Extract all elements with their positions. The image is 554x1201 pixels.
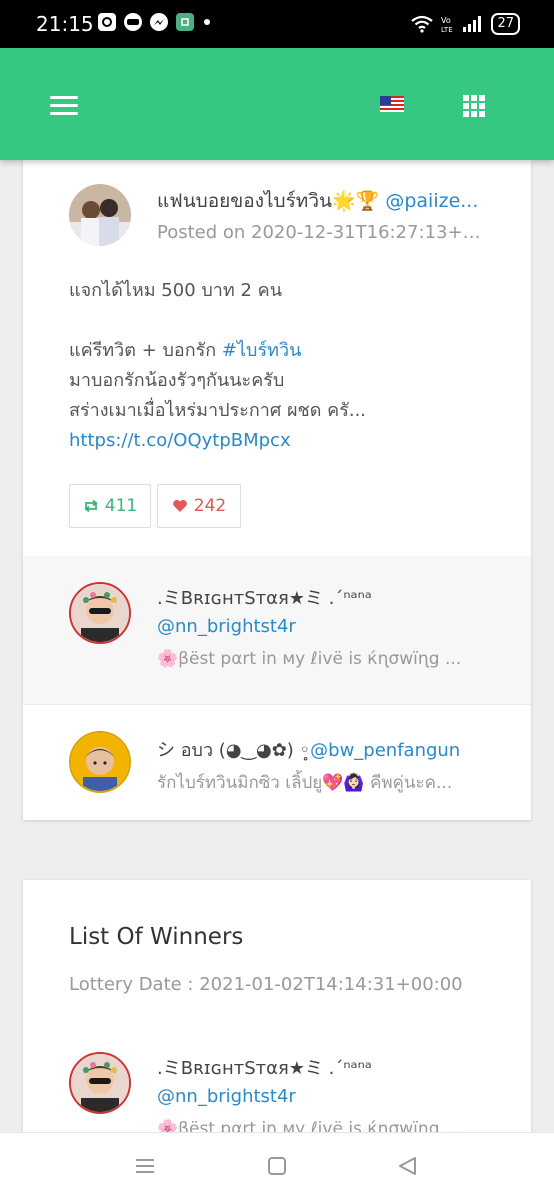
app-icon: [176, 13, 194, 31]
participant-name: .ミBʀɪɢʜᴛSᴛαя★ミ .´ⁿᵃⁿᵃ: [157, 588, 372, 609]
line-icon: [124, 13, 142, 31]
system-nav-bar: [0, 1132, 554, 1201]
post-author: แฟนบอยของไบร์ทวิน🌟🏆 @paiize...: [157, 186, 487, 216]
lottery-date: Lottery Date : 2021-01-02T14:14:31+00:00: [69, 974, 463, 995]
recent-apps-icon[interactable]: [134, 1155, 156, 1177]
more-notifications-dot: [204, 19, 210, 25]
winner-name: .ミBʀɪɢʜᴛSᴛαя★ミ .´ⁿᵃⁿᵃ: [157, 1058, 372, 1079]
home-icon[interactable]: [266, 1155, 288, 1177]
hashtag-link[interactable]: #ไบร์ทวิน: [222, 340, 302, 361]
post-author-handle[interactable]: @paiize...: [385, 190, 478, 212]
post-line-2: แค่รีทวิต + บอกรัก #ไบร์ทวิน: [69, 340, 302, 361]
participant-handle[interactable]: @nn_brightst4r: [157, 616, 296, 637]
status-notification-icons: [98, 13, 210, 31]
winner-handle[interactable]: @nn_brightst4r: [157, 1086, 296, 1107]
us-flag-icon[interactable]: [380, 96, 404, 112]
post-card: แฟนบอยของไบร์ทวิน🌟🏆 @paiize... Posted on…: [23, 160, 531, 820]
messenger-icon: [150, 13, 168, 31]
signal-icon: [463, 16, 482, 32]
status-bar: 21:15 Vo LTE 27: [0, 0, 554, 48]
like-count-button[interactable]: 242: [157, 484, 241, 528]
post-date: Posted on 2020-12-31T16:27:13+00...: [157, 222, 487, 243]
svg-text:Vo: Vo: [441, 16, 451, 25]
status-time: 21:15: [36, 12, 94, 36]
heart-icon: [172, 499, 187, 512]
camera-icon: [98, 13, 116, 31]
winner-row[interactable]: .ミBʀɪɢʜᴛSᴛαя★ミ .´ⁿᵃⁿᵃ @nn_brightst4r 🌸βë…: [23, 1026, 531, 1140]
battery-icon: 27: [491, 13, 520, 35]
like-count: 242: [193, 496, 227, 516]
participant-avatar: [69, 731, 131, 793]
participant-bio: 🌸βëst pαrt in мy ℓivë is ќɳσwïɳg ...: [157, 649, 462, 669]
participant-bio: รักไบร์ทวินมิกซิว เลิ้ปยู💖🙆🏻‍♀️ คีพคู่นะ…: [157, 773, 453, 793]
post-line-3: มาบอกรักน้องรัวๆกันนะครับ: [69, 370, 285, 391]
post-author-name: แฟนบอยของไบร์ทวิน🌟🏆: [157, 190, 380, 212]
retweet-count-button[interactable]: 411: [69, 484, 151, 528]
post-line-4: สร่างเมาเมื่อไหร่มาประกาศ ผชด ครั...: [69, 400, 367, 421]
apps-grid-icon[interactable]: [463, 95, 485, 117]
svg-text:LTE: LTE: [441, 26, 453, 33]
post-author-avatar[interactable]: [69, 184, 131, 246]
status-system-icons: Vo LTE 27: [411, 13, 520, 35]
back-icon[interactable]: [396, 1155, 418, 1177]
winners-title: List Of Winners: [69, 924, 244, 950]
retweet-icon: [84, 499, 98, 513]
participant-row[interactable]: .ミBʀɪɢʜᴛSᴛαя★ミ .´ⁿᵃⁿᵃ @nn_brightst4r 🌸βë…: [23, 556, 531, 704]
menu-icon[interactable]: [50, 96, 78, 116]
participant-avatar: [69, 582, 131, 644]
volte-icon: Vo LTE: [441, 16, 453, 33]
winner-avatar: [69, 1052, 131, 1114]
post-url-link[interactable]: https://t.co/OQytpBMpcx: [69, 430, 291, 451]
post-line-1: แจกได้ไหม 500 บาท 2 คน: [69, 280, 283, 301]
wifi-icon: [411, 15, 434, 33]
participant-handle[interactable]: @bw_penfangun: [310, 740, 460, 761]
app-bar: [0, 48, 554, 160]
post-body: แจกได้ไหม 500 บาท 2 คน แค่รีทวิต + บอกรั…: [69, 276, 489, 456]
participant-row[interactable]: シ อบว (◕‿◕✿) ◦̥@bw_penfangun รักไบร์ทวิน…: [23, 705, 531, 820]
winners-card: List Of Winners Lottery Date : 2021-01-0…: [23, 880, 531, 1140]
participant-name: シ อบว (◕‿◕✿) ◦̥@bw_penfangun: [157, 740, 461, 761]
retweet-count: 411: [104, 496, 138, 516]
